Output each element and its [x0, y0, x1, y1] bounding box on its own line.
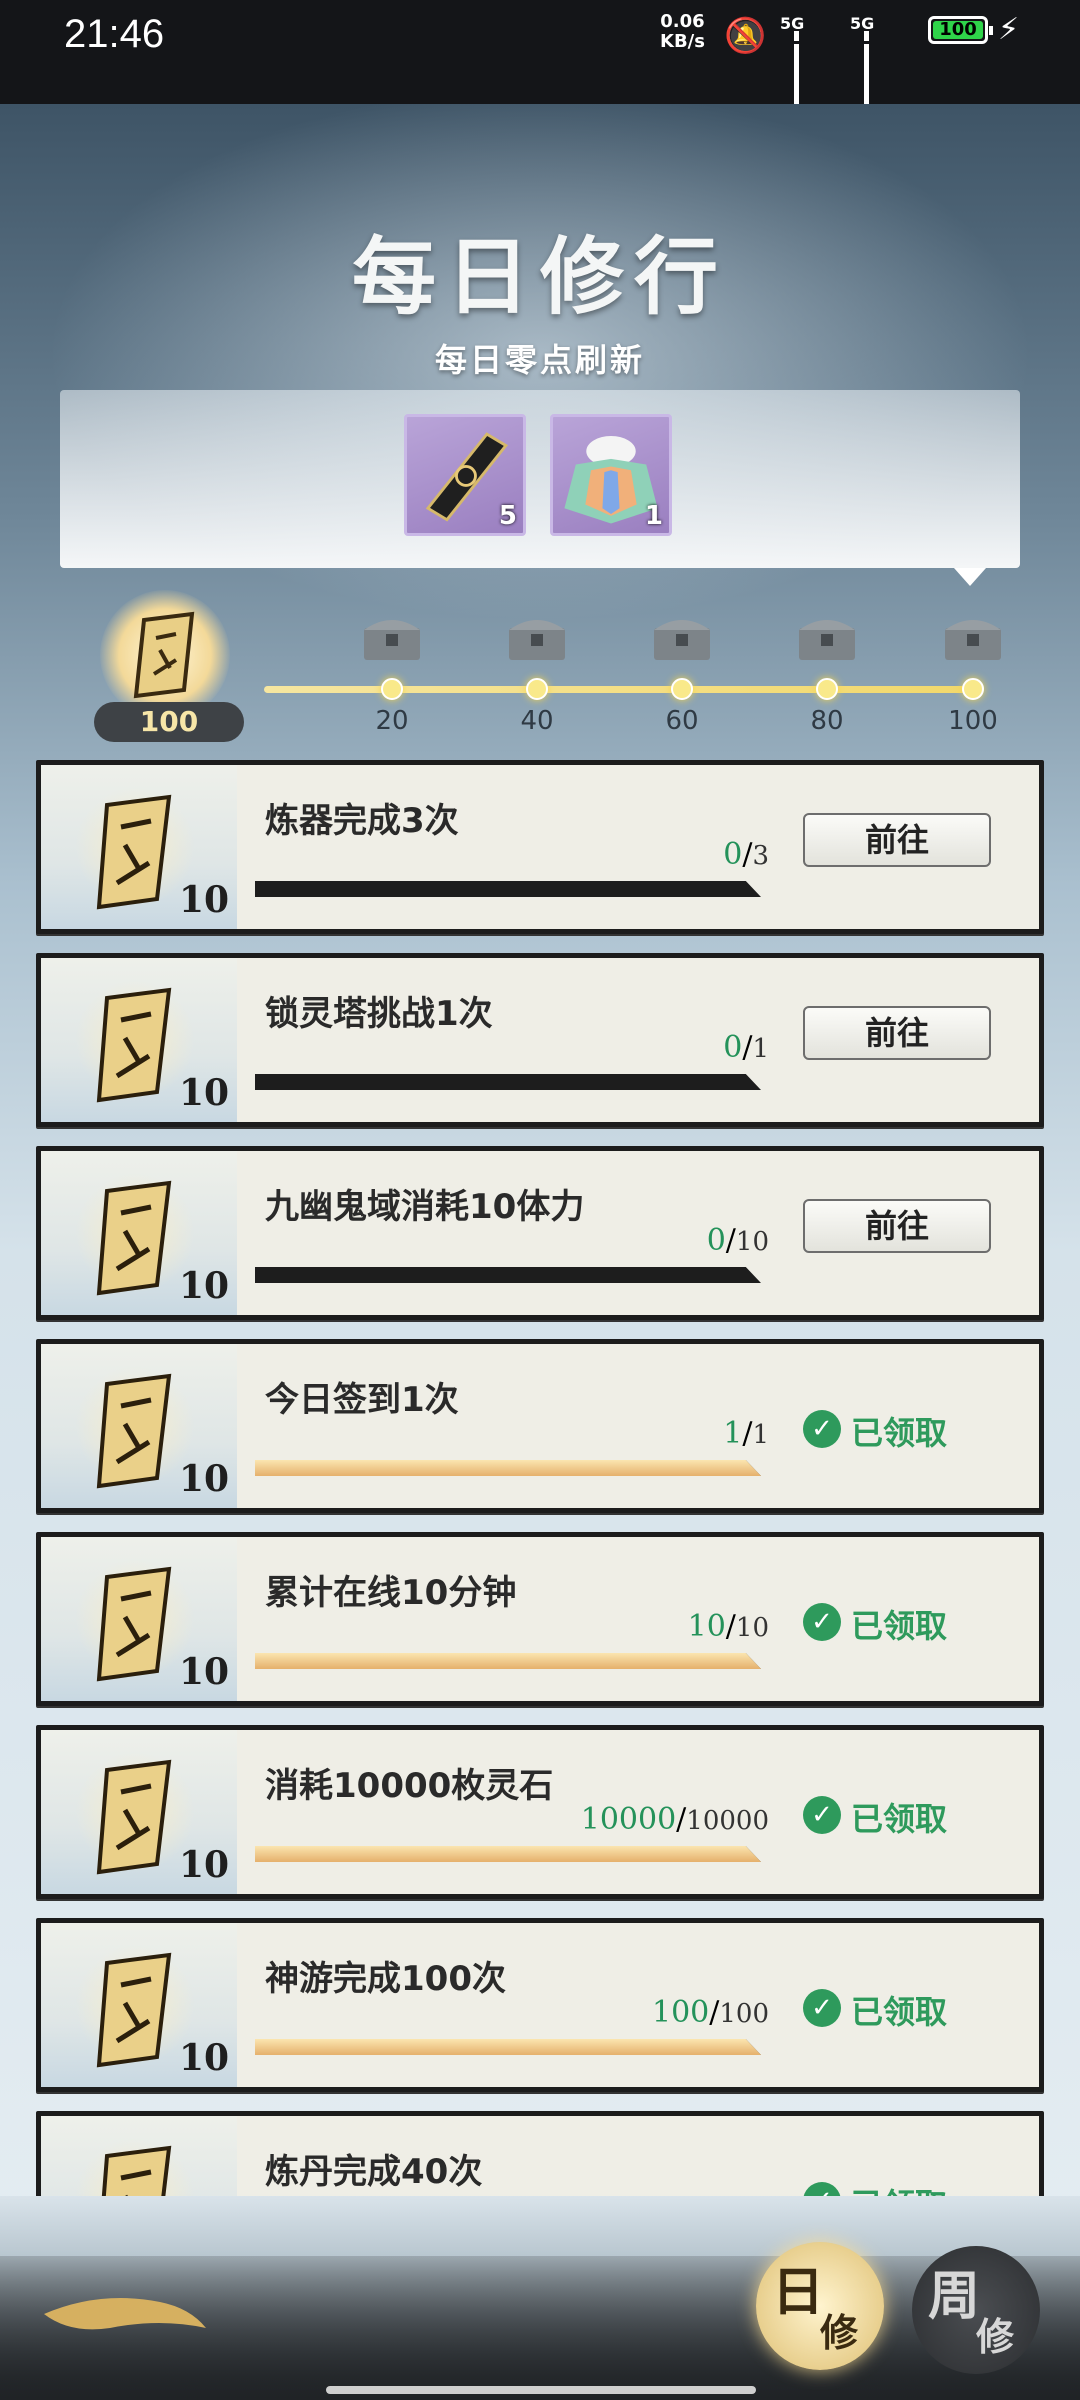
- task-points: 10: [179, 1072, 230, 1114]
- task-name: 累计在线10分钟: [265, 1573, 517, 1613]
- progress-rail: [264, 686, 984, 693]
- task-name: 消耗10000枚灵石: [265, 1766, 554, 1806]
- chest-icon[interactable]: [943, 610, 1003, 662]
- mute-icon: 🔕: [724, 16, 767, 56]
- reward-panel: 5 1: [60, 390, 1020, 586]
- scroll-token-icon: [101, 2145, 172, 2200]
- chest-icon[interactable]: [362, 610, 422, 662]
- task-points: 10: [179, 879, 230, 921]
- tab-daily[interactable]: 日 修: [756, 2242, 884, 2370]
- task-name: 炼丹完成40次: [265, 2152, 483, 2192]
- task-progress-text: 0/1: [723, 1030, 769, 1065]
- milestone-node: [526, 678, 548, 700]
- task-progress-bar: [255, 1267, 761, 1283]
- task-row: 10 神游完成100次 100/100 ✓ 已领取: [36, 1918, 1044, 2092]
- task-progress-text: 1/1: [723, 1416, 769, 1451]
- task-points: 10: [179, 1651, 230, 1693]
- reward-item[interactable]: 1: [550, 414, 672, 536]
- task-progress-bar: [255, 1460, 761, 1476]
- bottom-bar: 日 修 周 修: [0, 2196, 1080, 2400]
- milestone-node: [962, 678, 984, 700]
- page-title: 每日修行: [351, 227, 728, 326]
- task-progress-fill: [255, 1653, 761, 1669]
- task-token: 10: [41, 1344, 237, 1508]
- clock: 21:46: [64, 12, 165, 56]
- check-icon: ✓: [803, 1603, 841, 1641]
- milestone-node: [816, 678, 838, 700]
- task-progress-bar: [255, 2039, 761, 2055]
- chest-icon[interactable]: [652, 610, 712, 662]
- task-points: 10: [179, 2037, 230, 2079]
- charging-icon: ⚡: [998, 12, 1020, 47]
- task-name: 炼器完成3次: [265, 801, 459, 841]
- task-row: 10炼丹完成40次✓已领取: [36, 2111, 1044, 2200]
- activity-token-icon: [100, 590, 230, 720]
- activity-progress: 100 20 40 60 80 100: [0, 590, 1080, 760]
- task-name: 锁灵塔挑战1次: [265, 994, 493, 1034]
- task-progress-text: 100/100: [651, 1995, 769, 2030]
- task-token: 10: [41, 1151, 237, 1315]
- task-row: 10 今日签到1次 1/1 ✓ 已领取: [36, 1339, 1044, 1513]
- milestone-label: 20: [375, 706, 409, 736]
- task-progress-fill: [255, 1460, 761, 1476]
- task-progress-bar: [255, 1653, 761, 1669]
- milestone-label: 100: [948, 706, 998, 736]
- task-token: 10: [41, 1537, 237, 1701]
- milestone-label: 60: [665, 706, 699, 736]
- reward-item[interactable]: 5: [404, 414, 526, 536]
- task-row: 10 消耗10000枚灵石 10000/10000 ✓ 已领取: [36, 1725, 1044, 1899]
- check-icon: ✓: [803, 1796, 841, 1834]
- task-progress-text: 10000/10000: [580, 1802, 769, 1837]
- task-name: 神游完成100次: [265, 1959, 506, 1999]
- battery-icon: 100: [928, 16, 993, 44]
- status-bar: 21:46 0.06 KB/s 🔕 5G 5G 100 ⚡: [0, 0, 1080, 110]
- milestone-label: 80: [810, 706, 844, 736]
- task-points: 10: [179, 1265, 230, 1307]
- task-token: 10: [41, 2116, 237, 2200]
- claimed-status: ✓已领取: [803, 1987, 991, 2031]
- network-speed: 0.06 KB/s: [660, 11, 705, 52]
- task-progress-bar: [255, 1846, 761, 1862]
- task-progress-text: 0/10: [706, 1223, 769, 1258]
- task-row: 10 九幽鬼域消耗10体力 0/10 前往: [36, 1146, 1044, 1320]
- milestone-label: 40: [520, 706, 554, 736]
- task-row: 10 锁灵塔挑战1次 0/1 前往: [36, 953, 1044, 1127]
- activity-score: 100: [94, 702, 244, 742]
- task-progress-fill: [255, 2039, 761, 2055]
- check-icon: ✓: [803, 1989, 841, 2027]
- brush-stroke-icon: [44, 2298, 206, 2330]
- chest-icon[interactable]: [797, 610, 857, 662]
- claimed-status: ✓已领取: [803, 1408, 991, 1452]
- check-icon: ✓: [803, 1410, 841, 1448]
- claimed-status: ✓已领取: [803, 1794, 991, 1838]
- task-points: 10: [179, 1458, 230, 1500]
- go-button[interactable]: 前往: [803, 1199, 991, 1253]
- page-subtitle: 每日零点刷新: [434, 341, 645, 379]
- chest-icon[interactable]: [507, 610, 567, 662]
- task-row: 10 炼器完成3次 0/3 前往: [36, 760, 1044, 934]
- task-progress-fill: [255, 1846, 761, 1862]
- claimed-status: ✓已领取: [803, 1601, 991, 1645]
- task-row: 10 累计在线10分钟 10/10 ✓ 已领取: [36, 1532, 1044, 1706]
- home-indicator[interactable]: [326, 2386, 756, 2394]
- go-button[interactable]: 前往: [803, 1006, 991, 1060]
- task-list[interactable]: 10 炼器完成3次 0/3 前往 10 锁灵塔挑战1次 0/1 前往 10 九幽鬼域消耗10体力 0…: [36, 760, 1044, 2200]
- task-progress-text: 10/10: [687, 1609, 769, 1644]
- tab-weekly[interactable]: 周 修: [912, 2246, 1040, 2374]
- task-name: 今日签到1次: [265, 1380, 459, 1420]
- task-name: 九幽鬼域消耗10体力: [265, 1187, 585, 1227]
- page-header: 每日修行 每日零点刷新: [0, 104, 1080, 381]
- milestone-node: [381, 678, 403, 700]
- task-token: 10: [41, 1923, 237, 2087]
- milestone-node: [671, 678, 693, 700]
- go-button[interactable]: 前往: [803, 813, 991, 867]
- task-progress-text: 0/3: [723, 837, 769, 872]
- task-token: 10: [41, 1730, 237, 1894]
- task-points: 10: [179, 1844, 230, 1886]
- task-token: 10: [41, 765, 237, 929]
- task-token: 10: [41, 958, 237, 1122]
- task-progress-bar: [255, 1074, 761, 1090]
- task-progress-bar: [255, 881, 761, 897]
